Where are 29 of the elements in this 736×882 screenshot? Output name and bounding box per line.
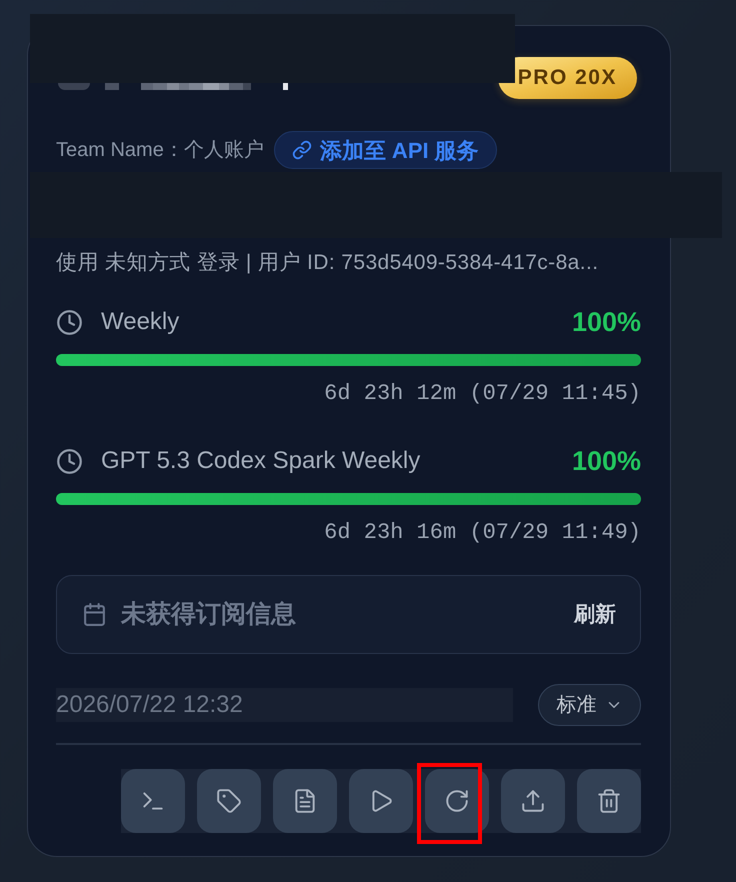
- quota-percent: 100%: [572, 307, 641, 337]
- tag-icon: [216, 788, 242, 814]
- calendar-icon: [82, 602, 107, 627]
- subscription-message: 未获得订阅信息: [121, 598, 296, 630]
- upload-icon: [520, 788, 546, 814]
- avatar-icon: [58, 83, 90, 90]
- reset-time: 6d 23h 12m (07/29 11:45): [324, 382, 641, 406]
- plan-badge: PRO 20X: [498, 57, 637, 99]
- quota-percent: 100%: [572, 446, 641, 476]
- clock-icon: [56, 308, 83, 336]
- tag-button[interactable]: [197, 768, 261, 832]
- refresh-link[interactable]: 刷新: [574, 598, 616, 630]
- delete-button[interactable]: [577, 768, 641, 832]
- mode-dropdown[interactable]: 标准: [538, 684, 641, 726]
- refresh-button[interactable]: [425, 768, 489, 832]
- trash-icon: [596, 788, 622, 814]
- date-text: 2026/07/22 12:32: [56, 691, 243, 719]
- upload-button[interactable]: [501, 768, 565, 832]
- team-name: Team Name：个人账户: [56, 138, 264, 163]
- quota-label: GPT 5.3 Codex Spark Weekly: [101, 447, 420, 475]
- quota-label: Weekly: [101, 308, 180, 336]
- link-icon: [292, 140, 312, 160]
- play-button[interactable]: [349, 768, 413, 832]
- refresh-icon: [444, 788, 470, 814]
- document-button[interactable]: [273, 768, 337, 832]
- clock-icon: [56, 448, 83, 474]
- add-to-api-button[interactable]: 添加至 API 服务: [274, 131, 497, 169]
- login-info: 使用 未知方式 登录 | 用户 ID: 753d5409-5384-417c-8a...: [56, 250, 598, 276]
- reset-time: 6d 23h 16m (07/29 11:49): [324, 521, 641, 545]
